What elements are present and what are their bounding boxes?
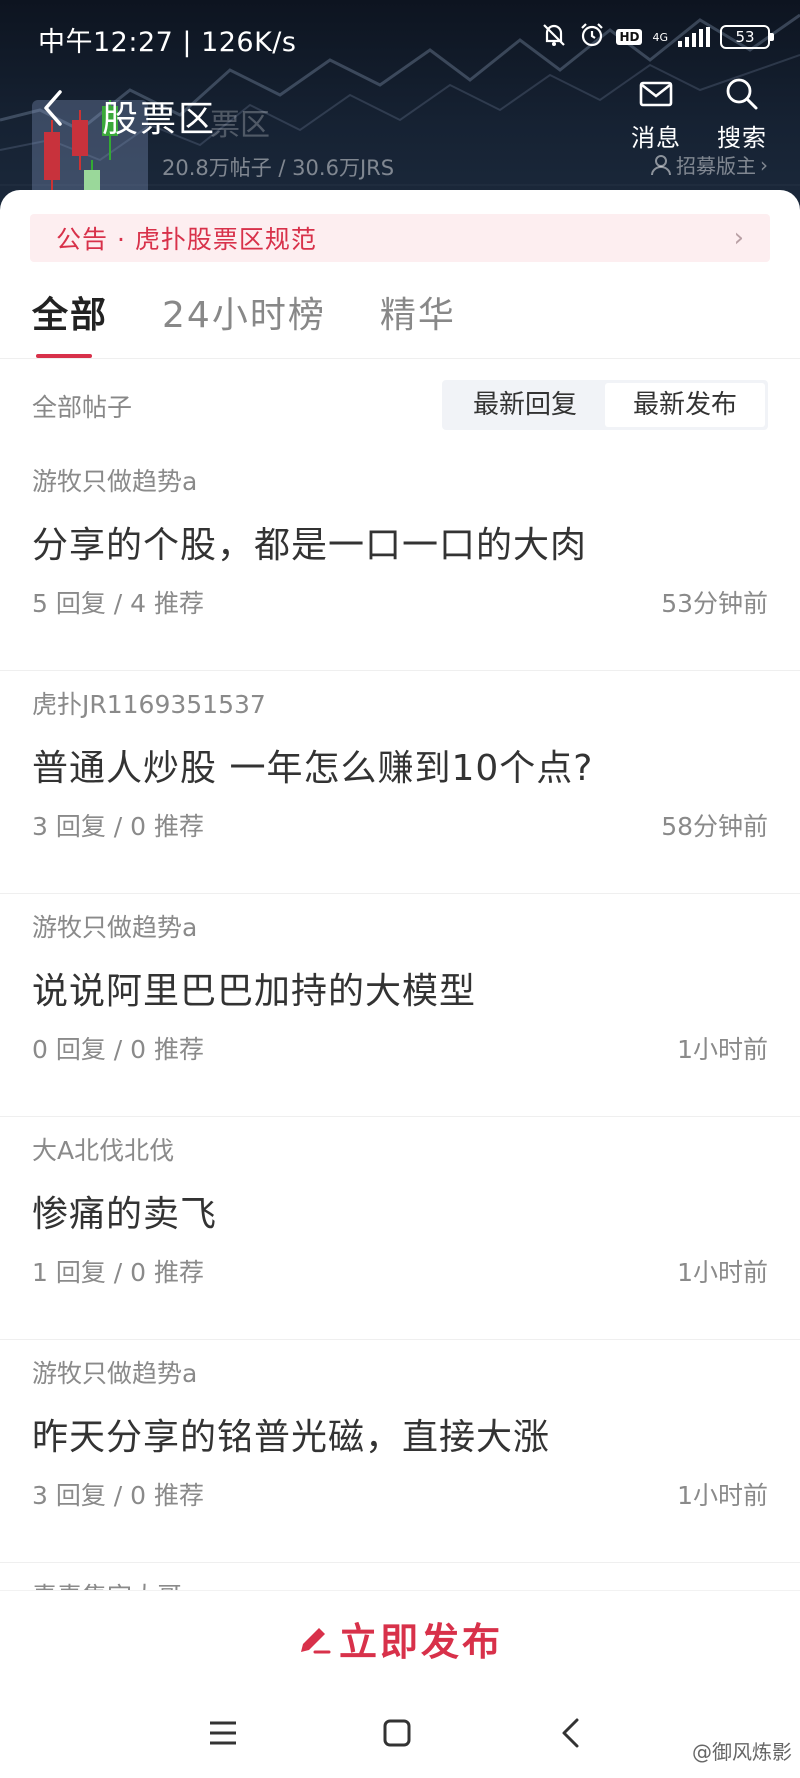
post-title[interactable]: 昨天分享的铭普光磁，直接大涨 [32, 1408, 550, 1460]
tab-featured[interactable]: 精华 [380, 292, 456, 352]
post-item[interactable]: 大A北伐北伐 惨痛的卖飞 1 回复 / 0 推荐 1小时前 [0, 1117, 800, 1340]
message-label: 消息 [631, 124, 681, 152]
home-button[interactable] [372, 1708, 422, 1758]
publish-button[interactable]: 立即发布 [0, 1590, 800, 1686]
post-author[interactable]: 游牧只做趋势a [32, 1354, 197, 1390]
sort-toggle: 最新回复 最新发布 [442, 380, 768, 430]
battery-icon: 53 [720, 25, 774, 49]
message-button[interactable]: 消息 [620, 74, 692, 153]
menu-button[interactable] [198, 1708, 248, 1758]
post-item[interactable]: 游牧只做趋势a 说说阿里巴巴加持的大模型 0 回复 / 0 推荐 1小时前 [0, 894, 800, 1117]
watermark-text: @御风炼影 [692, 1740, 792, 1764]
post-time: 58分钟前 [661, 812, 768, 841]
post-stats: 3 回复 / 0 推荐 [32, 812, 205, 841]
divider [0, 358, 800, 359]
post-title[interactable]: 普通人炒股 一年怎么赚到10个点? [32, 739, 593, 791]
network-type: 4G [652, 30, 668, 44]
status-icons: HD 4G 53 [540, 21, 774, 53]
menu-icon [210, 1721, 236, 1745]
system-back-button[interactable] [546, 1708, 596, 1758]
status-bar: 中午12:27 | 126K/s HD 4G 53 [0, 0, 800, 74]
signal-icon [678, 27, 710, 47]
post-time: 1小时前 [677, 1035, 768, 1064]
sort-latest-post-button[interactable]: 最新发布 [605, 383, 765, 427]
mute-bell-icon [540, 21, 568, 53]
post-time: 1小时前 [677, 1258, 768, 1287]
post-item[interactable]: 游牧只做趋势a 分享的个股，都是一口一口的大肉 5 回复 / 4 推荐 53分钟… [0, 448, 800, 671]
post-stats: 0 回复 / 0 推荐 [32, 1035, 205, 1064]
post-author[interactable]: 虎扑JR1169351537 [32, 685, 266, 721]
back-arrow-icon [562, 1718, 579, 1748]
all-posts-label: 全部帖子 [32, 393, 133, 422]
tab-all[interactable]: 全部 [32, 292, 108, 358]
status-time: 中午12:27 | 126K/s [38, 27, 297, 58]
search-button[interactable]: 搜索 [706, 74, 778, 153]
post-stats: 3 回复 / 0 推荐 [32, 1481, 205, 1510]
filter-row: 全部帖子 最新回复 最新发布 [0, 380, 800, 432]
chevron-right-icon: › [760, 152, 768, 177]
post-time: 53分钟前 [661, 589, 768, 618]
hd-badge: HD [616, 29, 643, 45]
chevron-right-icon: › [733, 223, 744, 253]
user-icon [651, 154, 671, 175]
publish-label: 立即发布 [338, 1620, 503, 1664]
post-time: 1小时前 [677, 1481, 768, 1510]
search-label: 搜索 [717, 124, 767, 152]
post-author[interactable]: 游牧只做趋势a [32, 908, 197, 944]
alarm-icon [578, 21, 606, 53]
announcement-banner[interactable]: 公告 · 虎扑股票区规范 › [30, 214, 770, 262]
back-button[interactable] [38, 88, 78, 138]
post-author[interactable]: 游牧只做趋势a [32, 462, 197, 498]
pen-icon [300, 1627, 331, 1653]
post-title[interactable]: 说说阿里巴巴加持的大模型 [32, 962, 476, 1014]
post-title[interactable]: 惨痛的卖飞 [32, 1185, 217, 1237]
post-item[interactable]: 虎扑JR1169351537 普通人炒股 一年怎么赚到10个点? 3 回复 / … [0, 671, 800, 894]
tab-bar: 全部 24小时榜 精华 [32, 292, 456, 358]
recruit-moderator-link[interactable]: 招募版主 › [650, 150, 768, 179]
system-nav-bar: @御风炼影 [0, 1686, 800, 1778]
forum-stats: 20.8万帖子 / 30.6万JRS [162, 156, 395, 180]
watermark: @御风炼影 [692, 1736, 792, 1765]
page-title: 股票区 [102, 99, 217, 140]
post-item[interactable]: 游牧只做趋势a 昨天分享的铭普光磁，直接大涨 3 回复 / 0 推荐 1小时前 [0, 1340, 800, 1563]
post-stats: 5 回复 / 4 推荐 [32, 589, 205, 618]
post-stats: 1 回复 / 0 推荐 [32, 1258, 205, 1287]
sort-latest-reply-button[interactable]: 最新回复 [445, 383, 605, 427]
post-author[interactable]: 大A北伐北伐 [32, 1131, 174, 1167]
recruit-label: 招募版主 [676, 154, 756, 178]
forum-name-shadow: 票区 [210, 108, 270, 143]
home-square-icon [383, 1719, 411, 1747]
search-icon [706, 74, 778, 114]
post-list: 游牧只做趋势a 分享的个股，都是一口一口的大肉 5 回复 / 4 推荐 53分钟… [0, 448, 800, 1623]
tab-24h-ranking[interactable]: 24小时榜 [162, 292, 326, 352]
post-title[interactable]: 分享的个股，都是一口一口的大肉 [32, 516, 587, 568]
announcement-text: 公告 · 虎扑股票区规范 [56, 225, 317, 254]
mail-icon [620, 74, 692, 114]
chevron-left-icon [44, 90, 62, 126]
